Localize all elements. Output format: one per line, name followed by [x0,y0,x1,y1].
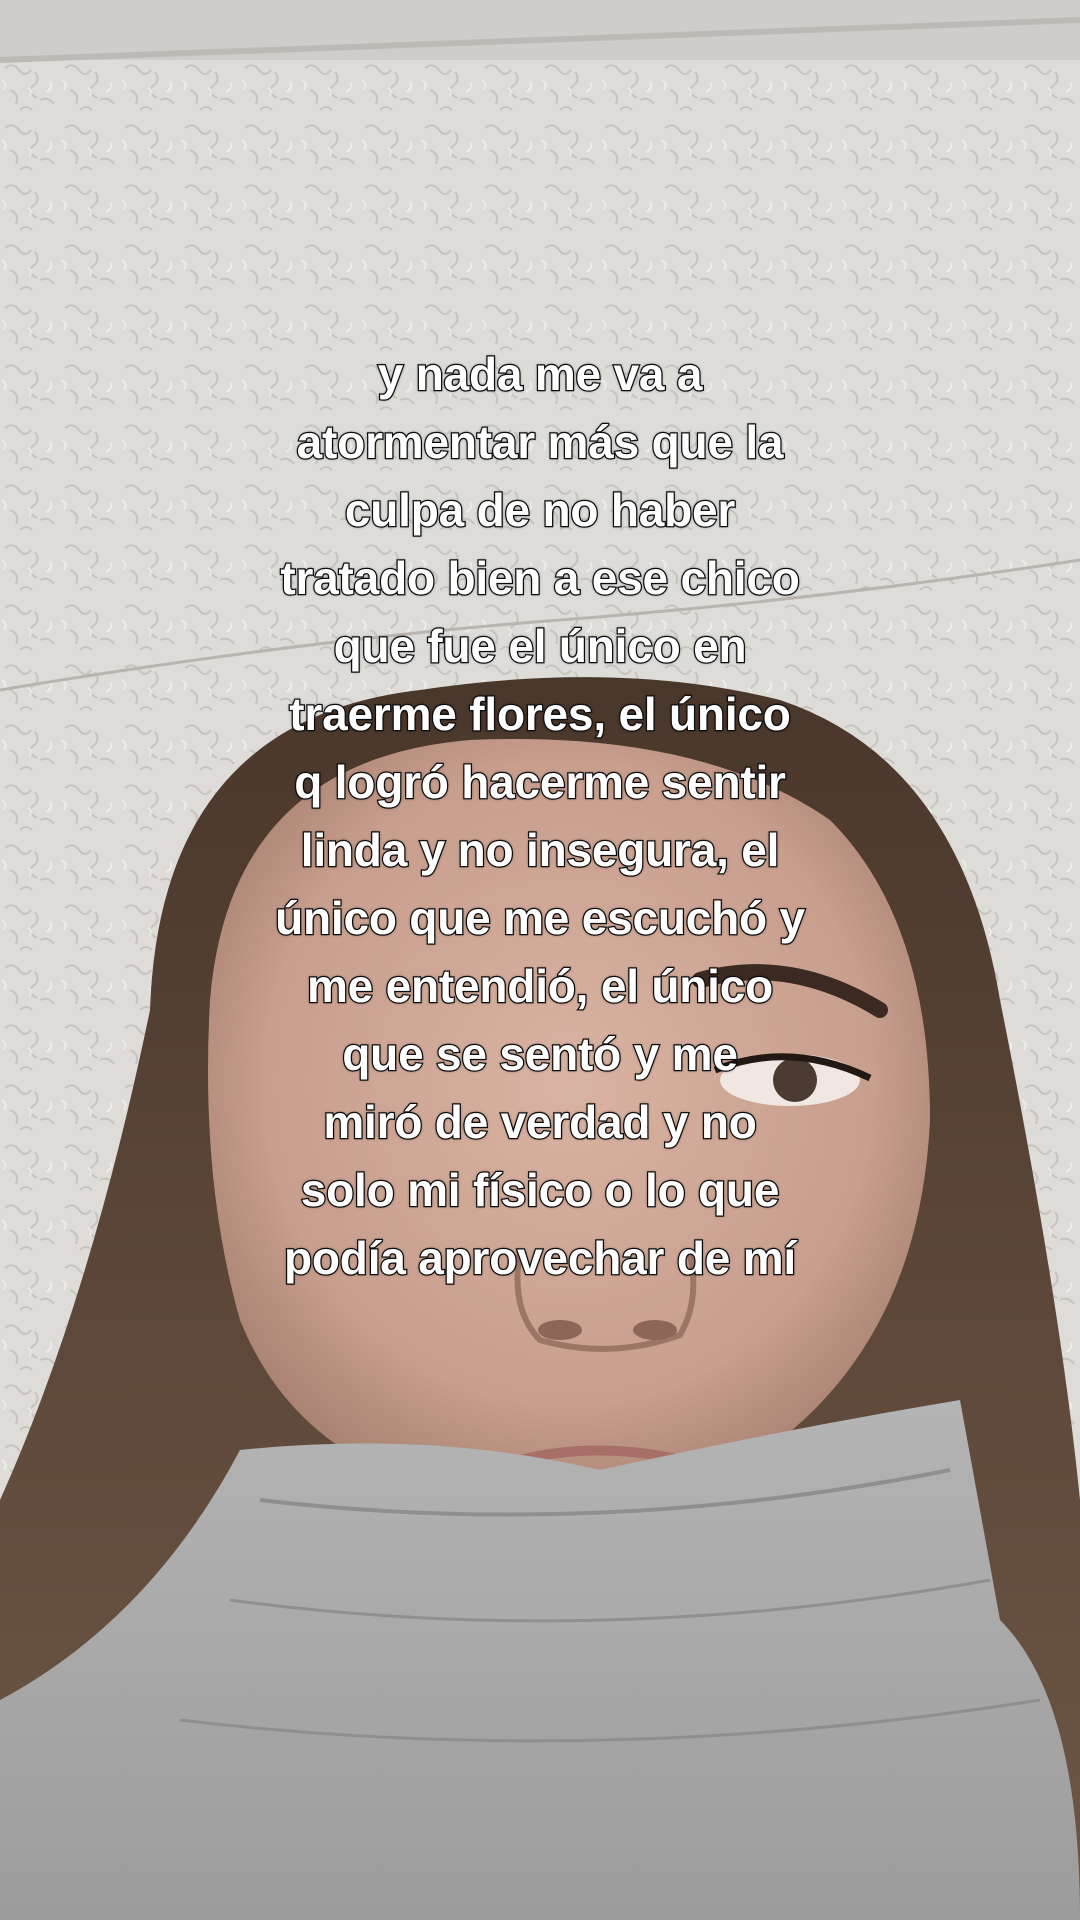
photo-stage: y nada me va a atormentar más que la cul… [0,0,1080,1920]
caption-line-9: único que me escuchó y [274,891,807,946]
caption-line-11: que se sentó y me [341,1027,739,1082]
caption-line-14: podía aprovechar de mí [283,1231,798,1286]
overlay-caption: y nada me va a atormentar más que la cul… [140,340,940,1292]
caption-line-2: atormentar más que la [295,415,784,470]
caption-line-12: miró de verdad y no [322,1095,758,1150]
caption-line-7: q logró hacerme sentir [293,755,787,810]
caption-line-8: linda y no insegura, el [299,823,780,878]
caption-line-10: me entendió, el único [306,959,775,1014]
caption-line-4: tratado bien a ese chico [279,551,801,606]
caption-line-5: que fue el único en [332,619,748,674]
caption-line-6: traerme flores, el único [288,687,792,742]
caption-line-13: solo mi físico o lo que [300,1163,781,1218]
caption-line-1: y nada me va a [376,347,703,402]
caption-line-3: culpa de no haber [344,483,737,538]
